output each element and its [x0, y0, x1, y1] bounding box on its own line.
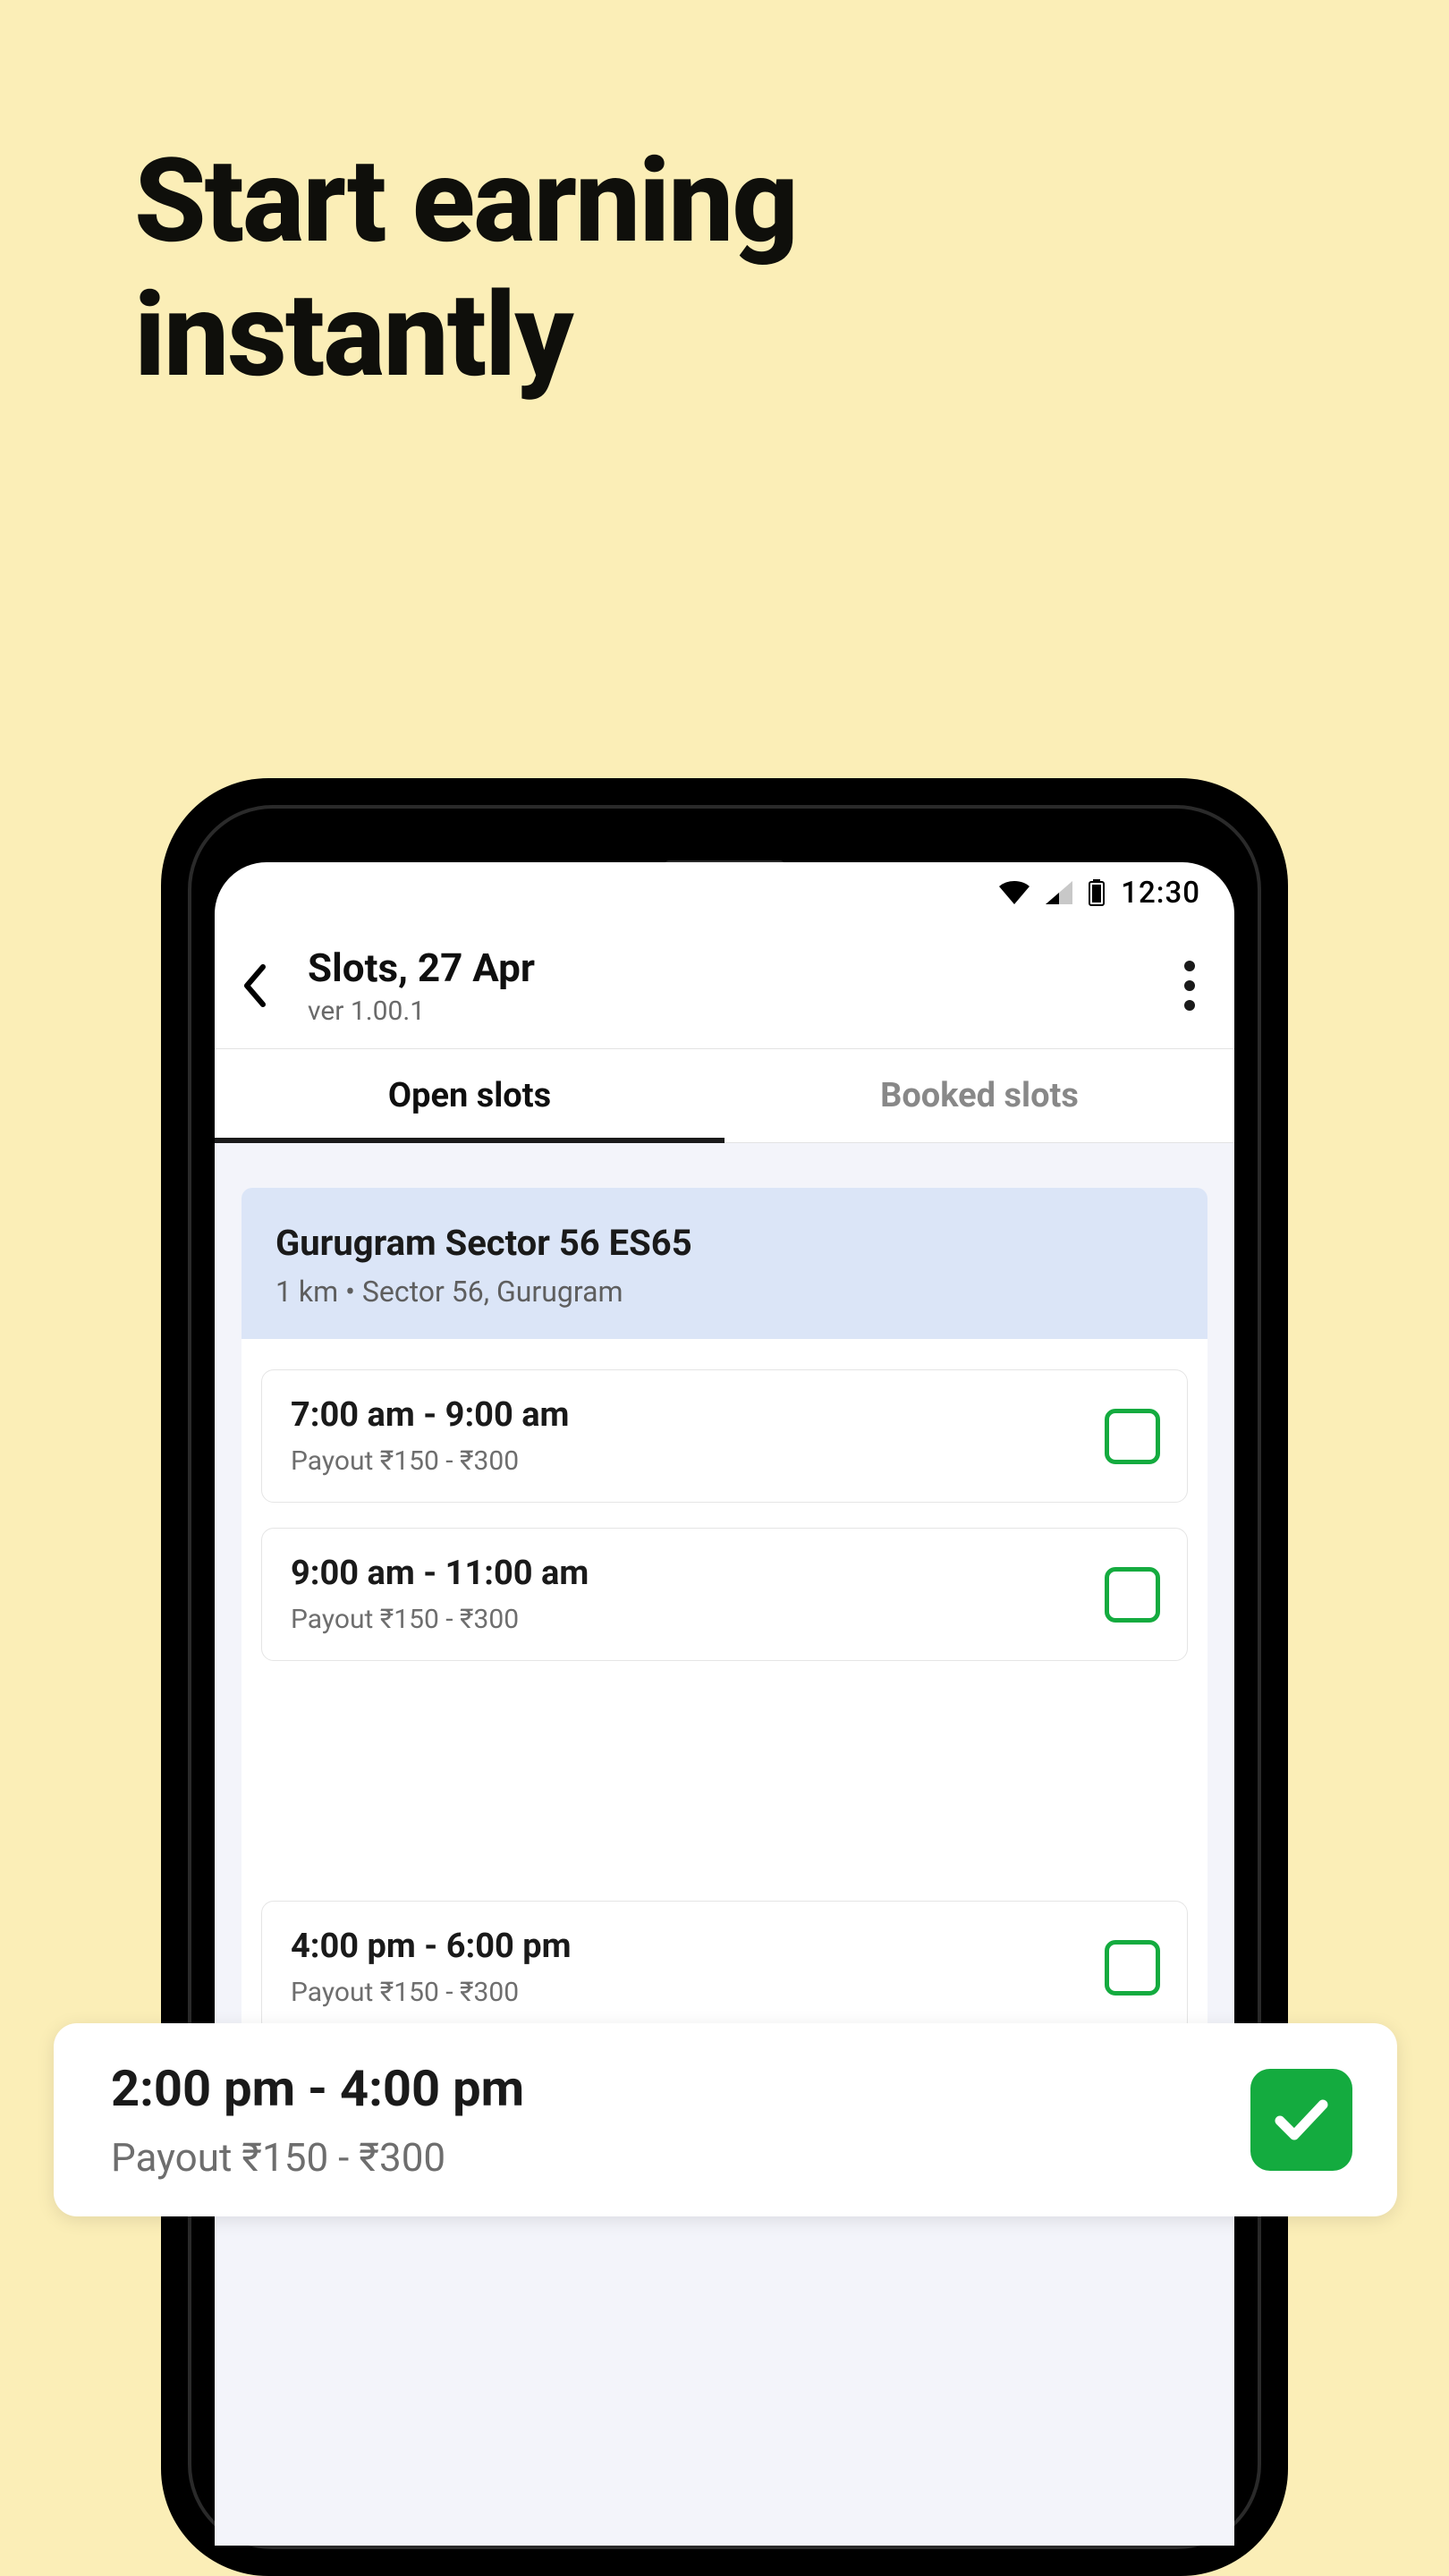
tabs: Open slots Booked slots: [215, 1048, 1234, 1143]
slot-payout: Payout ₹150 - ₹300: [291, 1445, 569, 1477]
overlay-slot-payout: Payout ₹150 - ₹300: [111, 2134, 524, 2181]
app-header: Slots, 27 Apr ver 1.00.1: [215, 923, 1234, 1048]
slot-time: 4:00 pm - 6:00 pm: [291, 1927, 572, 1966]
location-card: Gurugram Sector 56 ES65 1 km • Sector 56…: [242, 1188, 1208, 1339]
overlay-checkbox-checked[interactable]: [1250, 2069, 1352, 2171]
slot-card[interactable]: 9:00 am - 11:00 am Payout ₹150 - ₹300: [261, 1528, 1188, 1661]
more-menu-button[interactable]: [1184, 961, 1195, 1011]
battery-icon: [1089, 879, 1105, 906]
slot-payout: Payout ₹150 - ₹300: [291, 1977, 572, 2008]
header-title-block: Slots, 27 Apr ver 1.00.1: [308, 945, 1143, 1027]
location-title: Gurugram Sector 56 ES65: [275, 1222, 1174, 1264]
status-bar: 12:30: [215, 862, 1234, 923]
overlay-slot-card[interactable]: 2:00 pm - 4:00 pm Payout ₹150 - ₹300: [54, 2023, 1397, 2216]
header-title: Slots, 27 Apr: [308, 945, 1143, 991]
slot-card[interactable]: 4:00 pm - 6:00 pm Payout ₹150 - ₹300: [261, 1901, 1188, 2034]
slot-time: 7:00 am - 9:00 am: [291, 1395, 569, 1435]
slot-checkbox[interactable]: [1105, 1940, 1160, 1996]
back-button[interactable]: [242, 963, 267, 1008]
signal-icon: [1046, 881, 1072, 904]
phone-inner-border: 12:30 Slots, 27 Apr ver 1.00.1 Open slot…: [188, 805, 1261, 2549]
header-version: ver 1.00.1: [308, 996, 1143, 1027]
tab-booked-slots[interactable]: Booked slots: [724, 1049, 1234, 1142]
slot-payout: Payout ₹150 - ₹300: [291, 1604, 589, 1635]
wifi-icon: [999, 881, 1030, 904]
slot-checkbox[interactable]: [1105, 1409, 1160, 1464]
phone-frame: 12:30 Slots, 27 Apr ver 1.00.1 Open slot…: [161, 778, 1288, 2576]
page-headline: Start earning instantly: [134, 134, 797, 402]
phone-screen: 12:30 Slots, 27 Apr ver 1.00.1 Open slot…: [215, 862, 1234, 2546]
status-time: 12:30: [1121, 876, 1200, 911]
overlay-slot-time: 2:00 pm - 4:00 pm: [111, 2059, 524, 2118]
content-area: Gurugram Sector 56 ES65 1 km • Sector 56…: [215, 1143, 1234, 2546]
slot-checkbox[interactable]: [1105, 1567, 1160, 1623]
slot-time: 9:00 am - 11:00 am: [291, 1554, 589, 1593]
tab-open-slots[interactable]: Open slots: [215, 1049, 724, 1142]
location-subtitle: 1 km • Sector 56, Gurugram: [275, 1275, 1174, 1309]
slot-card[interactable]: 7:00 am - 9:00 am Payout ₹150 - ₹300: [261, 1369, 1188, 1503]
